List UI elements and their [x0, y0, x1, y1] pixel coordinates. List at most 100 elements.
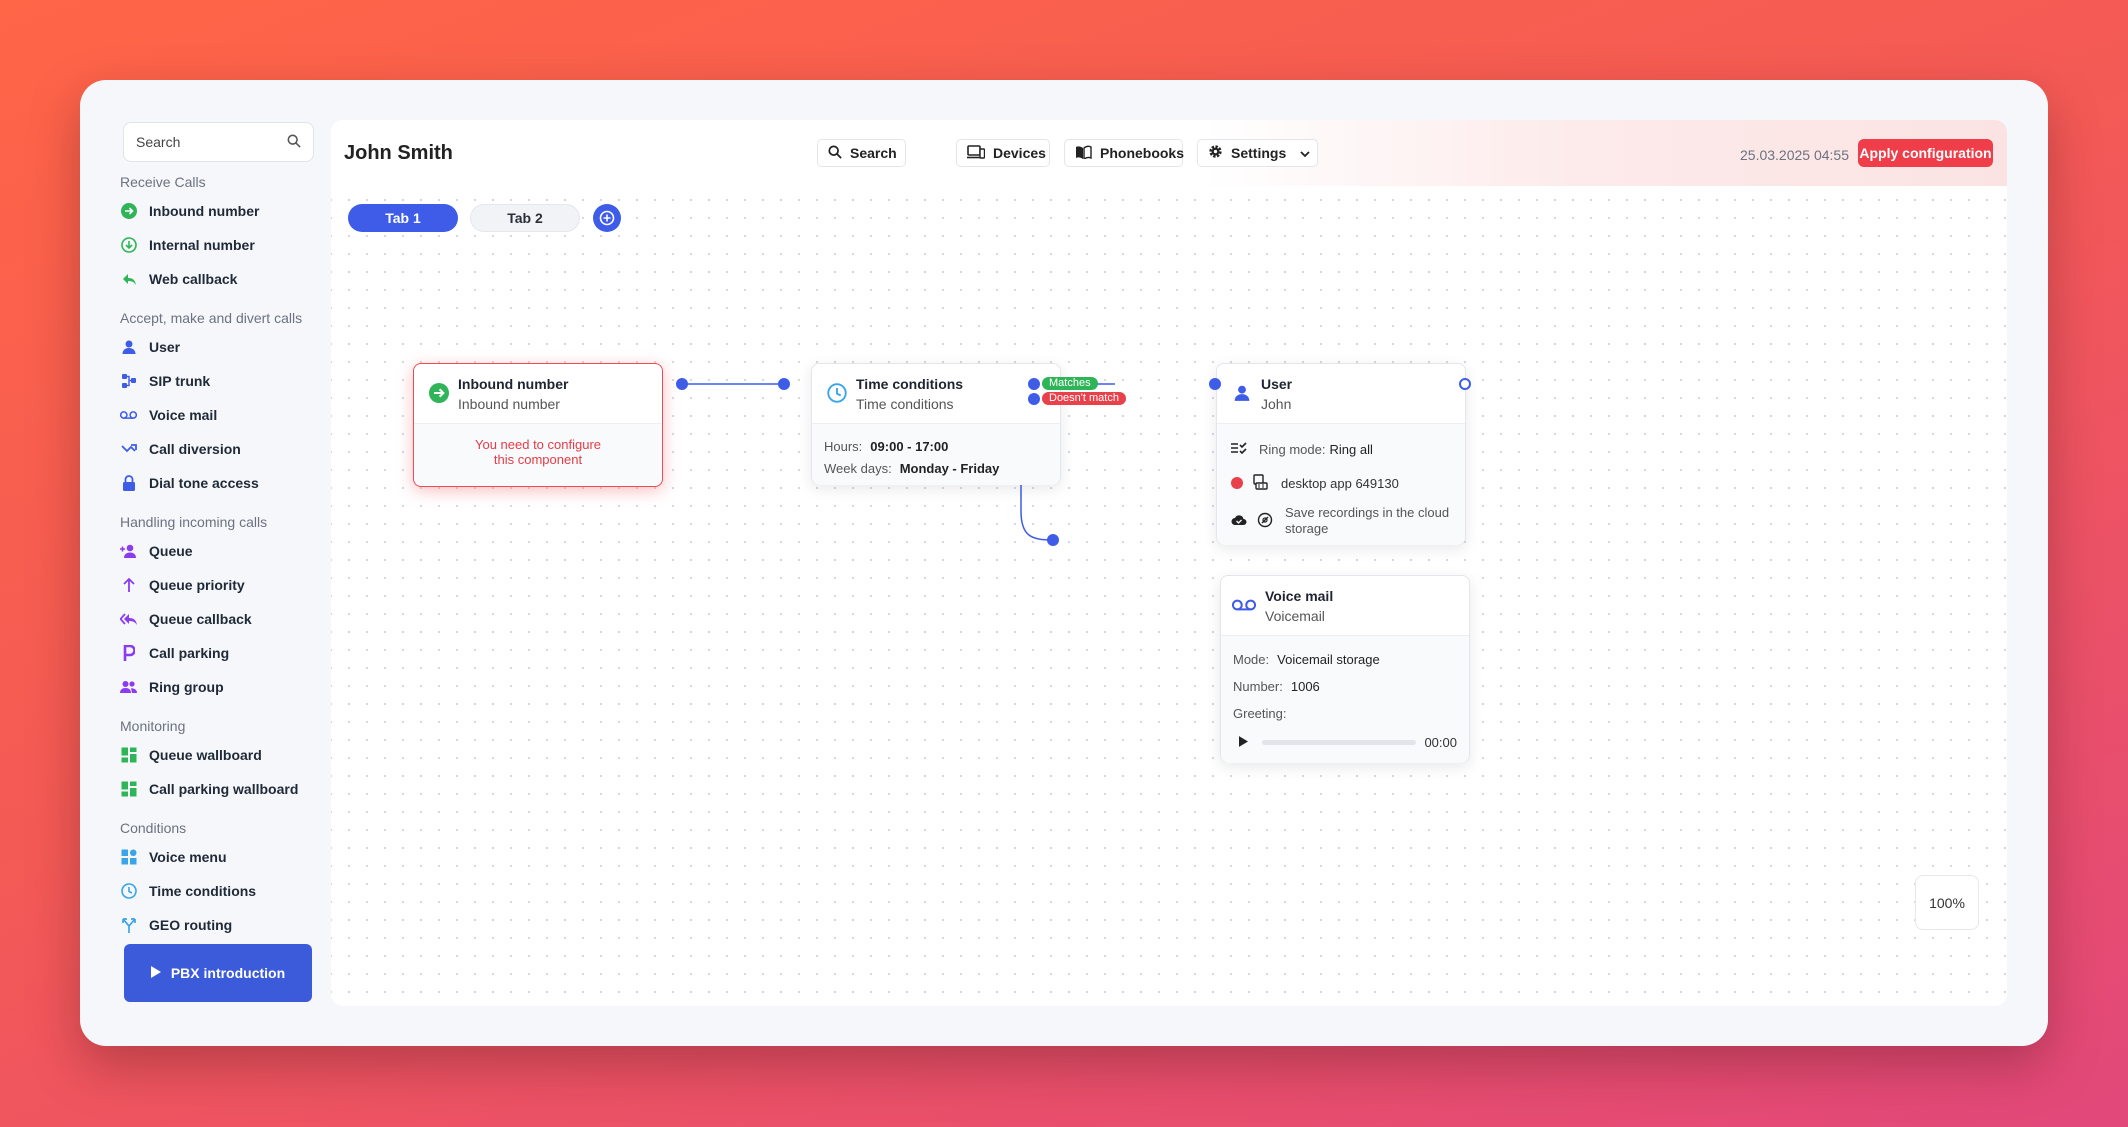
node-subtitle: Time conditions [856, 396, 954, 412]
sidebar-item-label: Ring group [149, 679, 224, 695]
search-button[interactable]: Search [817, 139, 906, 167]
node-body: Mode: Voicemail storage Number: 1006 Gre… [1221, 636, 1469, 763]
sidebar-item-voice-menu[interactable]: Voice menu [120, 840, 314, 874]
time-conditions-node[interactable]: Time conditions Time conditions Hours: 0… [811, 363, 1061, 485]
sidebar-item-label: Call parking wallboard [149, 781, 299, 797]
arrow-circle-icon [120, 203, 137, 220]
sidebar-item-queue[interactable]: Queue [120, 534, 314, 568]
sidebar-item-web-callback[interactable]: Web callback [120, 262, 314, 296]
hours-label: Hours: [824, 439, 863, 454]
sidebar-item-queue-callback[interactable]: Queue callback [120, 602, 314, 636]
time-nomatch-port[interactable] [1028, 393, 1040, 405]
sidebar-item-voice-mail[interactable]: Voice mail [120, 398, 314, 432]
tab-2[interactable]: Tab 2 [470, 204, 580, 232]
play-icon[interactable] [1239, 735, 1248, 750]
apply-configuration-button[interactable]: Apply configuration [1858, 139, 1993, 167]
tab-1[interactable]: Tab 1 [348, 204, 458, 232]
arrow-circle-icon [428, 382, 450, 404]
node-subtitle: Voicemail [1265, 608, 1325, 624]
greeting-label: Greeting: [1233, 706, 1287, 721]
phonebooks-button[interactable]: Phonebooks [1064, 139, 1185, 167]
sidebar-item-dial-tone-access[interactable]: Dial tone access [120, 466, 314, 500]
mode-row: Mode: Voicemail storage [1233, 646, 1457, 673]
ring-mode-row: Ring mode: Ring all [1231, 432, 1465, 466]
flow-canvas[interactable]: Tab 1 Tab 2 Inbound number Inbound numbe… [331, 186, 2007, 1006]
node-title: Inbound number [458, 376, 569, 392]
sidebar-item-label: Call diversion [149, 441, 241, 457]
sidebar-item-label: Time conditions [149, 883, 257, 899]
weekdays-label: Week days: [824, 461, 892, 476]
sidebar-item-call-parking[interactable]: Call parking [120, 636, 314, 670]
user-input-port[interactable] [1209, 378, 1221, 390]
pbx-introduction-label: PBX introduction [170, 965, 286, 981]
user-icon [120, 339, 137, 356]
sidebar-item-label: GEO routing [149, 917, 233, 933]
user-icon [1231, 382, 1253, 404]
sidebar-search-input[interactable]: Search [123, 122, 314, 162]
inbound-number-node[interactable]: Inbound number Inbound number You need t… [413, 363, 663, 487]
search-icon [828, 144, 842, 162]
sidebar-item-queue-wallboard[interactable]: Queue wallboard [120, 738, 314, 772]
node-title: Voice mail [1265, 588, 1334, 604]
node-title: User [1261, 376, 1293, 392]
ring-mode-value: Ring all [1329, 441, 1373, 457]
sidebar-item-internal-number[interactable]: Internal number [120, 228, 314, 262]
ring-mode-label: Ring mode: [1259, 441, 1326, 457]
node-body: You need to configure this component [414, 424, 662, 486]
cloud-icon [1231, 514, 1247, 529]
tab-bar: Tab 1 Tab 2 [348, 204, 621, 232]
section-conditions: Conditions [120, 820, 187, 836]
voicemail-node[interactable]: Voice mail Voicemail Mode: Voicemail sto… [1220, 575, 1470, 763]
time-input-port[interactable] [778, 378, 790, 390]
audio-time: 00:00 [1424, 734, 1457, 750]
sidebar-item-queue-priority[interactable]: Queue priority [120, 568, 314, 602]
mode-label: Mode: [1233, 652, 1270, 667]
node-header: User John [1217, 364, 1465, 424]
sidebar-item-time-conditions[interactable]: Time conditions [120, 874, 314, 908]
add-tab-button[interactable] [593, 204, 621, 232]
chevron-down-icon [1300, 145, 1310, 161]
sidebar-item-call-parking-wallboard[interactable]: Call parking wallboard [120, 772, 314, 806]
voicemail-input-port[interactable] [1047, 534, 1059, 546]
sidebar-item-label: User [149, 339, 181, 355]
sidebar-item-call-diversion[interactable]: Call diversion [120, 432, 314, 466]
user-node[interactable]: User John Ring mode: Ring all desktop ap… [1216, 363, 1466, 545]
sidebar-item-sip-trunk[interactable]: SIP trunk [120, 364, 314, 398]
queue-icon [120, 543, 137, 560]
settings-dropdown[interactable]: Settings [1197, 139, 1318, 167]
node-header: Voice mail Voicemail [1221, 576, 1469, 636]
offline-status-dot [1231, 477, 1243, 489]
pbx-introduction-button[interactable]: PBX introduction [124, 944, 312, 1002]
section-handling-incoming: Handling incoming calls [120, 514, 268, 530]
zoom-level[interactable]: 100% [1915, 875, 1979, 930]
no-recording-icon [1257, 512, 1273, 531]
main-panel: John Smith Search Devices Phonebooks Set… [331, 120, 2007, 1006]
sidebar-item-geo-routing[interactable]: GEO routing [120, 908, 314, 942]
timestamp: 25.03.2025 04:55 [1740, 147, 1849, 163]
user-output-port[interactable] [1459, 378, 1471, 390]
devices-button[interactable]: Devices [956, 139, 1050, 167]
sidebar-item-inbound-number[interactable]: Inbound number [120, 194, 314, 228]
sidebar-item-label: Web callback [149, 271, 238, 287]
weekdays-row: Week days: Monday - Friday [824, 457, 1060, 480]
sidebar-item-user[interactable]: User [120, 330, 314, 364]
connectors [682, 383, 1115, 541]
node-subtitle: John [1261, 396, 1292, 412]
devices-button-label: Devices [993, 145, 1046, 161]
time-match-port[interactable] [1028, 378, 1040, 390]
audio-progress-bar[interactable] [1262, 739, 1417, 745]
sidebar-item-label: Queue priority [149, 577, 245, 593]
inbound-output-port[interactable] [676, 378, 688, 390]
clock-icon [120, 883, 137, 900]
reply-all-icon [120, 611, 137, 628]
phonebooks-button-label: Phonebooks [1100, 145, 1185, 161]
desktop-phone-icon [1253, 473, 1269, 493]
node-header: Time conditions Time conditions [812, 364, 1060, 424]
app-window: Search Receive Calls Inbound number Inte… [80, 80, 2048, 1046]
sidebar-item-ring-group[interactable]: Ring group [120, 670, 314, 704]
sidebar-item-label: Voice mail [149, 407, 218, 423]
node-title: Time conditions [856, 376, 964, 392]
search-button-label: Search [850, 145, 897, 161]
sidebar-item-label: Queue callback [149, 611, 252, 627]
greeting-row: Greeting: [1233, 700, 1457, 727]
